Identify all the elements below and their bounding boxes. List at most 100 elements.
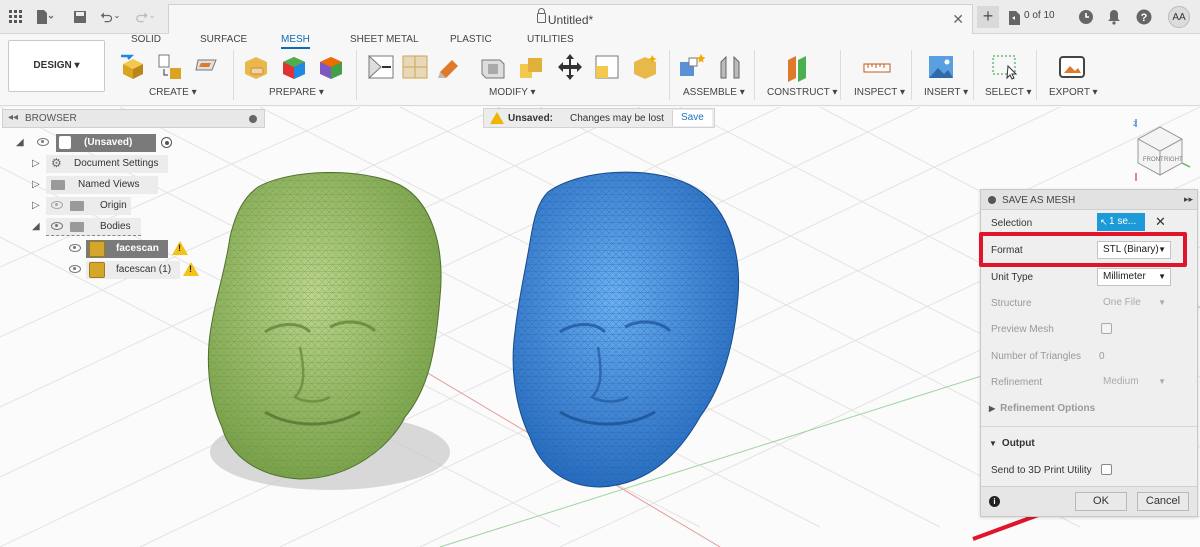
tab-surface[interactable]: SURFACE — [200, 34, 247, 45]
preview-mesh-checkbox[interactable] — [1101, 323, 1112, 334]
shell-icon[interactable] — [478, 52, 508, 82]
insert-image-icon[interactable] — [926, 52, 956, 82]
create-mesh-section-icon[interactable] — [155, 52, 185, 82]
svg-text:?: ? — [1141, 12, 1148, 24]
browser-panel-header[interactable]: ◂◂ BROWSER — [2, 109, 265, 128]
export-group-label[interactable]: EXPORT ▾ — [1049, 87, 1098, 98]
user-avatar[interactable]: AA — [1168, 6, 1190, 28]
output-section[interactable]: ▼ Output — [989, 438, 1035, 449]
job-status-count[interactable]: 0 of 10 — [1024, 10, 1055, 21]
caret-down-icon: ▼ — [1158, 377, 1166, 386]
plane-cut-icon[interactable] — [366, 52, 396, 82]
redo-icon[interactable] — [136, 7, 156, 27]
root-component-label[interactable]: (Unsaved) — [56, 134, 156, 152]
ribbon-divider — [233, 50, 234, 100]
close-tab-icon[interactable]: ✕ — [952, 11, 964, 28]
assemble-group-label[interactable]: ASSEMBLE ▾ — [683, 87, 745, 98]
expand-triangle-icon[interactable]: ▷ — [32, 158, 40, 169]
selection-button[interactable]: ↖ 1 se... — [1097, 213, 1145, 231]
browser-title: BROWSER — [25, 113, 77, 124]
combine-icon[interactable] — [516, 52, 546, 82]
ribbon-divider — [669, 50, 670, 100]
remesh-icon[interactable] — [279, 52, 309, 82]
collapse-triangle-icon[interactable]: ◢ — [16, 137, 24, 148]
help-icon[interactable]: ? — [1134, 7, 1154, 27]
tree-root[interactable]: ◢ (Unsaved) — [16, 134, 172, 152]
offset-plane-icon[interactable] — [784, 52, 814, 82]
tree-item-named-views[interactable]: ▷ Named Views — [30, 176, 158, 194]
create-group-label[interactable]: CREATE ▾ — [149, 87, 197, 98]
refinement-dropdown[interactable]: Medium ▼ — [1097, 373, 1171, 391]
save-link[interactable]: Save — [672, 110, 712, 126]
visibility-eye-icon[interactable] — [69, 244, 81, 252]
cancel-button[interactable]: Cancel — [1137, 492, 1189, 511]
scale-icon[interactable] — [592, 52, 622, 82]
tab-solid[interactable]: SOLID — [131, 34, 161, 45]
document-tab[interactable]: Untitled* ✕ — [168, 4, 973, 34]
unit-type-dropdown[interactable]: Millimeter ▼ — [1097, 268, 1171, 286]
expand-triangle-icon[interactable]: ▷ — [32, 179, 40, 190]
notifications-bell-icon[interactable] — [1104, 7, 1124, 27]
modify-group-label[interactable]: MODIFY ▾ — [489, 87, 536, 98]
clear-selection-icon[interactable]: ✕ — [1155, 214, 1166, 230]
structure-dropdown[interactable]: One File ▼ — [1097, 294, 1171, 312]
construct-group-label[interactable]: CONSTRUCT ▾ — [767, 87, 837, 98]
separate-icon[interactable] — [400, 52, 430, 82]
insert-mesh-tool-icon[interactable] — [119, 52, 149, 82]
prepare-group-label[interactable]: PREPARE ▾ — [269, 87, 324, 98]
inspect-group-label[interactable]: INSPECT ▾ — [854, 87, 905, 98]
tree-item-origin[interactable]: ▷ Origin — [30, 197, 150, 215]
move-copy-icon[interactable] — [555, 52, 585, 82]
viewcube[interactable]: FRONT RIGHT Z — [1128, 117, 1198, 189]
insert-group-label[interactable]: INSERT ▾ — [924, 87, 968, 98]
undo-icon[interactable] — [100, 7, 120, 27]
clock-icon[interactable] — [1076, 7, 1096, 27]
export-3d-print-icon[interactable] — [1057, 52, 1087, 82]
collapse-triangle-icon[interactable]: ◢ — [32, 221, 40, 232]
app-grid-icon[interactable] — [6, 7, 26, 27]
file-menu-icon[interactable] — [34, 7, 54, 27]
new-component-icon[interactable] — [677, 52, 707, 82]
dialog-header[interactable]: SAVE AS MESH ▸▸ — [981, 190, 1197, 210]
info-icon[interactable]: i — [989, 496, 1000, 507]
reduce-mesh-icon[interactable] — [316, 52, 346, 82]
tab-utilities[interactable]: UTILITIES — [527, 34, 574, 45]
expand-triangle-icon[interactable]: ▷ — [32, 200, 40, 211]
title-bar: Untitled* ✕ + 0 of 10 ? AA — [0, 0, 1200, 34]
tab-mesh[interactable]: MESH — [281, 34, 310, 49]
tree-item-facescan[interactable]: facescan ! — [66, 240, 191, 258]
warning-mark: ! — [189, 264, 192, 274]
erase-and-fill-icon[interactable] — [434, 52, 464, 82]
select-group-label[interactable]: SELECT ▾ — [985, 87, 1032, 98]
measure-icon[interactable] — [862, 52, 892, 82]
browser-pin-icon[interactable] — [249, 115, 257, 123]
folder-icon — [70, 222, 84, 232]
tree-item-bodies[interactable]: ◢ Bodies — [30, 218, 150, 236]
tab-sheet-metal[interactable]: SHEET METAL — [350, 34, 419, 45]
tab-plastic[interactable]: PLASTIC — [450, 34, 492, 45]
collapse-browser-icon[interactable]: ◂◂ — [8, 112, 18, 123]
document-settings-label[interactable]: Document Settings — [46, 155, 168, 173]
smooth-icon[interactable] — [630, 52, 660, 82]
save-icon[interactable] — [70, 7, 90, 27]
ok-button[interactable]: OK — [1075, 492, 1127, 511]
expand-dialog-icon[interactable]: ▸▸ — [1184, 194, 1193, 205]
select-window-icon[interactable] — [990, 52, 1020, 82]
tree-item-facescan-1[interactable]: facescan (1) ! — [66, 261, 201, 279]
repair-mesh-icon[interactable] — [241, 52, 271, 82]
refinement-options-section[interactable]: ▶ Refinement Options — [989, 403, 1095, 414]
job-status-icon[interactable] — [1007, 8, 1021, 28]
hidden-eye-icon[interactable] — [51, 201, 63, 209]
workspace-switcher[interactable]: DESIGN ▾ — [8, 40, 105, 92]
visibility-eye-icon[interactable] — [51, 222, 63, 230]
joint-icon[interactable] — [715, 52, 745, 82]
collapse-triangle-icon: ▼ — [989, 439, 997, 448]
send-to-print-checkbox[interactable] — [1101, 464, 1112, 475]
visibility-eye-icon[interactable] — [37, 138, 49, 146]
output-section-label: Output — [1001, 438, 1035, 449]
new-tab-button[interactable]: + — [977, 6, 999, 28]
create-face-group-icon[interactable] — [193, 52, 223, 82]
structure-label: Structure — [991, 298, 1032, 309]
tree-item-document-settings[interactable]: ▷ Document Settings ⚙ — [30, 155, 170, 173]
visibility-eye-icon[interactable] — [69, 265, 81, 273]
